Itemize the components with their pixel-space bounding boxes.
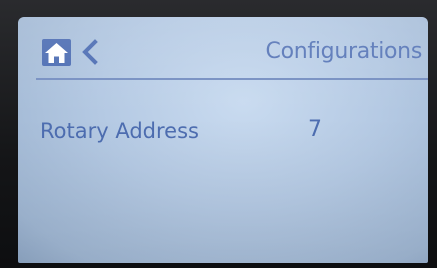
header-divider	[36, 78, 428, 80]
lcd-screen: Configurations Rotary Address 7	[18, 17, 428, 263]
setting-value: 7	[308, 117, 322, 142]
screen-title: Configurations	[265, 39, 423, 64]
screen-header: Configurations	[18, 17, 428, 73]
setting-row-rotary-address[interactable]: Rotary Address 7	[18, 112, 428, 148]
chevron-left-icon	[82, 39, 98, 65]
home-button[interactable]	[42, 39, 71, 66]
home-icon	[45, 43, 68, 63]
setting-label: Rotary Address	[40, 119, 199, 143]
device-bezel: Configurations Rotary Address 7	[0, 0, 437, 268]
back-button[interactable]	[78, 37, 102, 67]
